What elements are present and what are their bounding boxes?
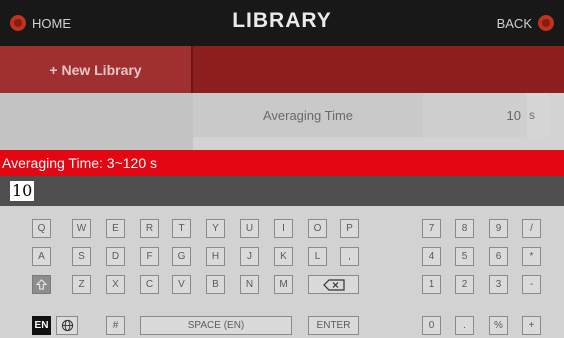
key-p[interactable]: P xyxy=(340,219,359,238)
key-s[interactable]: S xyxy=(72,247,91,266)
key-h[interactable]: H xyxy=(206,247,225,266)
key-comma[interactable]: , xyxy=(340,247,359,266)
shift-icon xyxy=(36,279,47,290)
shift-key[interactable] xyxy=(32,275,51,294)
key-4[interactable]: 4 xyxy=(422,247,441,266)
key-q[interactable]: Q xyxy=(32,219,51,238)
key-m[interactable]: M xyxy=(274,275,293,294)
key-r[interactable]: R xyxy=(140,219,159,238)
globe-icon xyxy=(61,319,73,332)
key-b[interactable]: B xyxy=(206,275,225,294)
key-e[interactable]: E xyxy=(106,219,125,238)
enter-key[interactable]: ENTER xyxy=(308,316,359,335)
key-u[interactable]: U xyxy=(240,219,259,238)
library-bar: + New Library xyxy=(0,46,564,93)
new-library-button[interactable]: + New Library xyxy=(0,46,193,93)
backspace-key[interactable] xyxy=(308,275,359,294)
value-input[interactable]: 10 xyxy=(10,181,34,201)
key-plus[interactable]: + xyxy=(522,316,541,335)
back-icon xyxy=(538,15,554,31)
key-9[interactable]: 9 xyxy=(489,219,508,238)
key-0[interactable]: 0 xyxy=(422,316,441,335)
key-minus[interactable]: - xyxy=(522,275,541,294)
on-screen-keyboard: Q W E R T Y U I O P A S D F G H J K L , … xyxy=(0,206,564,338)
key-8[interactable]: 8 xyxy=(455,219,474,238)
key-dot[interactable]: . xyxy=(455,316,474,335)
key-divide[interactable]: / xyxy=(522,219,541,238)
key-g[interactable]: G xyxy=(172,247,191,266)
key-o[interactable]: O xyxy=(308,219,327,238)
key-y[interactable]: Y xyxy=(206,219,225,238)
library-list-cell[interactable] xyxy=(0,93,193,150)
key-percent[interactable]: % xyxy=(489,316,508,335)
parameter-value[interactable]: 10 xyxy=(423,93,527,137)
backspace-icon xyxy=(322,278,345,291)
key-a[interactable]: A xyxy=(32,247,51,266)
key-hash[interactable]: # xyxy=(106,316,125,335)
key-3[interactable]: 3 xyxy=(489,275,508,294)
input-bar: 10 xyxy=(0,176,564,206)
back-button[interactable]: BACK xyxy=(497,12,554,34)
top-bar: HOME LIBRARY BACK xyxy=(0,0,564,46)
key-w[interactable]: W xyxy=(72,219,91,238)
key-k[interactable]: K xyxy=(274,247,293,266)
key-1[interactable]: 1 xyxy=(422,275,441,294)
key-2[interactable]: 2 xyxy=(455,275,474,294)
key-7[interactable]: 7 xyxy=(422,219,441,238)
space-key[interactable]: SPACE (EN) xyxy=(140,316,292,335)
key-v[interactable]: V xyxy=(172,275,191,294)
key-5[interactable]: 5 xyxy=(455,247,474,266)
key-z[interactable]: Z xyxy=(72,275,91,294)
globe-key[interactable] xyxy=(56,316,78,335)
key-t[interactable]: T xyxy=(172,219,191,238)
key-j[interactable]: J xyxy=(240,247,259,266)
parameter-label: Averaging Time xyxy=(193,93,423,137)
key-l[interactable]: L xyxy=(308,247,327,266)
page-title: LIBRARY xyxy=(232,9,332,32)
back-label: BACK xyxy=(496,15,532,31)
input-prompt: Averaging Time: 3~120 s xyxy=(0,150,564,176)
key-x[interactable]: X xyxy=(106,275,125,294)
key-f[interactable]: F xyxy=(140,247,159,266)
key-multiply[interactable]: * xyxy=(522,247,541,266)
key-n[interactable]: N xyxy=(240,275,259,294)
parameter-list: Averaging Time 10 s xyxy=(0,93,564,150)
key-c[interactable]: C xyxy=(140,275,159,294)
key-i[interactable]: I xyxy=(274,219,293,238)
key-6[interactable]: 6 xyxy=(489,247,508,266)
key-d[interactable]: D xyxy=(106,247,125,266)
parameter-unit: s xyxy=(527,93,549,137)
language-key[interactable]: EN xyxy=(32,316,51,335)
